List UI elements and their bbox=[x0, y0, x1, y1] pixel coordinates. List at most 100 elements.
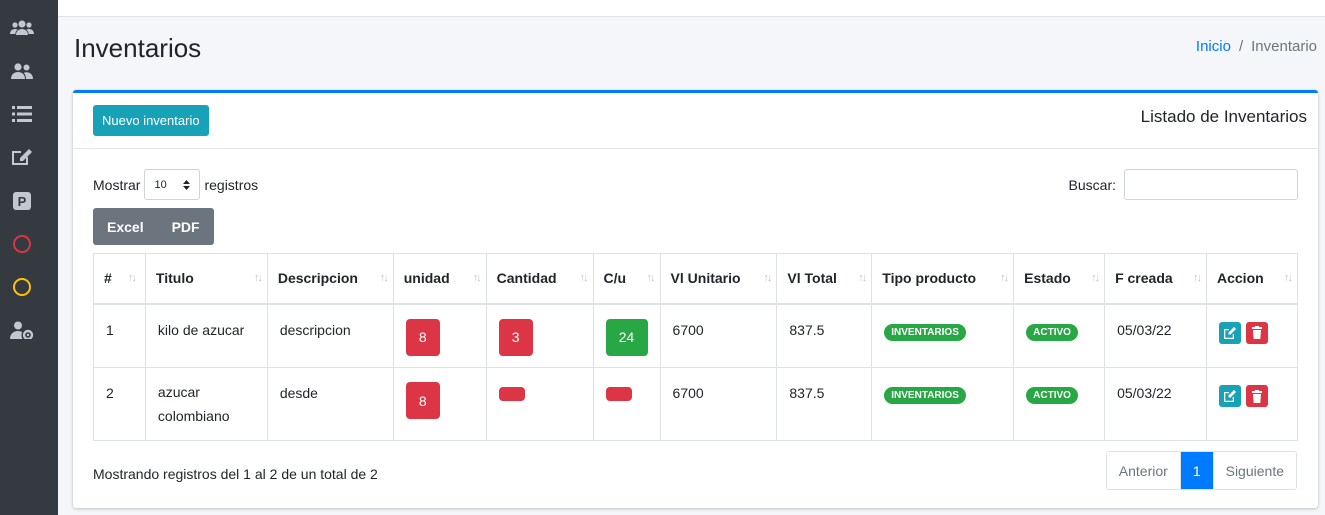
column-header-tipo-producto[interactable]: Tipo producto ↑↓ bbox=[871, 253, 1015, 305]
length-select-value: 10 bbox=[154, 178, 167, 191]
sidebar: P bbox=[0, 0, 58, 515]
sort-icon: ↑↓ bbox=[379, 272, 389, 285]
column-header-label: Tipo producto bbox=[882, 270, 977, 287]
table-header-row: # ↑↓ Titulo ↑↓ Descripcion ↑↓ unidad ↑↓ Cant… bbox=[93, 253, 1298, 305]
sort-asc-icon: ↑↓ bbox=[127, 272, 137, 285]
column-header-label: Accion bbox=[1217, 270, 1264, 287]
column-header-descripcion[interactable]: Descripcion ↑↓ bbox=[266, 253, 394, 305]
cell-estado: ACTIVO bbox=[1013, 303, 1106, 368]
column-header-id[interactable]: # ↑↓ bbox=[93, 253, 146, 305]
edit-icon bbox=[1224, 390, 1236, 402]
search-label: Buscar: bbox=[1068, 176, 1116, 193]
pagination-next[interactable]: Siguiente bbox=[1212, 452, 1296, 489]
unidad-badge: 8 bbox=[405, 318, 440, 356]
cantidad-badge-empty bbox=[498, 387, 525, 401]
cell-id: 1 bbox=[93, 303, 146, 368]
estado-badge: ACTIVO bbox=[1026, 323, 1078, 341]
length-suffix: registros bbox=[204, 176, 259, 193]
cell-unidad: 8 bbox=[392, 367, 487, 441]
column-header-label: Descripcion bbox=[277, 270, 358, 287]
column-header-label: Vl Unitario bbox=[670, 270, 741, 287]
cell-cantidad: 3 bbox=[485, 303, 594, 368]
circle-red-icon[interactable] bbox=[0, 231, 43, 257]
circle-yellow-icon[interactable] bbox=[0, 274, 43, 300]
card-title: Listado de Inventarios bbox=[1140, 107, 1307, 126]
column-header-label: F creada bbox=[1115, 270, 1173, 287]
breadcrumb: Inicio / Inventario bbox=[1196, 38, 1317, 55]
parking-icon[interactable]: P bbox=[0, 188, 43, 214]
sort-icon: ↑↓ bbox=[1284, 272, 1293, 285]
tipo-producto-badge: INVENTARIOS bbox=[884, 323, 966, 341]
cell-cu: 24 bbox=[592, 303, 661, 368]
column-header-cu[interactable]: C/u ↑↓ bbox=[592, 253, 661, 305]
column-header-label: Estado bbox=[1024, 270, 1071, 287]
sort-icon: ↑↓ bbox=[472, 272, 482, 285]
pdf-export-button[interactable]: PDF bbox=[157, 208, 214, 245]
cell-titulo: azucar colombiano bbox=[144, 367, 268, 441]
list-icon[interactable] bbox=[0, 101, 43, 127]
length-select[interactable]: 10 bbox=[144, 169, 201, 200]
cell-cu bbox=[592, 367, 661, 441]
pagination-page-1[interactable]: 1 bbox=[1179, 452, 1213, 489]
column-header-f-creada[interactable]: F creada ↑↓ bbox=[1104, 253, 1207, 305]
column-header-cantidad[interactable]: Cantidad ↑↓ bbox=[485, 253, 594, 305]
page-title: Inventarios bbox=[74, 33, 202, 63]
cell-tipo-producto: INVENTARIOS bbox=[871, 303, 1015, 368]
column-header-vl-unitario[interactable]: Vl Unitario ↑↓ bbox=[659, 253, 778, 305]
edit-icon[interactable] bbox=[0, 144, 43, 170]
column-header-estado[interactable]: Estado ↑↓ bbox=[1013, 253, 1106, 305]
inventory-table: # ↑↓ Titulo ↑↓ Descripcion ↑↓ unidad ↑↓ Cant… bbox=[93, 253, 1298, 441]
cell-fecha: 05/03/22 bbox=[1104, 303, 1207, 368]
table-info: Mostrando registros del 1 al 2 de un tot… bbox=[93, 466, 378, 482]
sort-icon: ↑↓ bbox=[1091, 272, 1100, 285]
cell-accion bbox=[1206, 367, 1298, 441]
search-input[interactable] bbox=[1124, 169, 1298, 200]
column-header-vl-total[interactable]: Vl Total ↑↓ bbox=[776, 253, 873, 305]
trash-icon bbox=[1251, 326, 1262, 339]
cell-titulo: kilo de azucar bbox=[144, 303, 268, 368]
cell-vl-unitario: 6700 bbox=[659, 367, 778, 441]
edit-button[interactable] bbox=[1219, 385, 1241, 407]
column-header-label: unidad bbox=[403, 270, 450, 287]
new-inventory-button[interactable]: Nuevo inventario bbox=[93, 105, 209, 136]
unidad-badge: 8 bbox=[405, 382, 440, 419]
length-control: Mostrar 10 registros bbox=[93, 169, 258, 200]
cell-accion bbox=[1206, 303, 1298, 368]
sort-icon: ↑↓ bbox=[253, 272, 263, 285]
sort-icon: ↑↓ bbox=[763, 272, 772, 285]
titulo-line: colombiano bbox=[157, 408, 230, 424]
export-button-group: Excel PDF bbox=[93, 208, 214, 245]
column-header-label: Cantidad bbox=[496, 270, 557, 287]
sort-icon: ↑↓ bbox=[646, 272, 656, 285]
breadcrumb-separator: / bbox=[1238, 38, 1244, 55]
length-prefix: Mostrar bbox=[93, 176, 141, 193]
breadcrumb-home-link[interactable]: Inicio bbox=[1196, 38, 1231, 55]
column-header-unidad[interactable]: unidad ↑↓ bbox=[392, 253, 487, 305]
cantidad-badge: 3 bbox=[498, 318, 533, 356]
edit-icon bbox=[1224, 326, 1236, 339]
inventory-card: Nuevo inventario Listado de Inventarios … bbox=[73, 90, 1318, 508]
table-row: 2 azucar colombiano desde 8 6700 837.5 I… bbox=[93, 367, 1298, 441]
pagination: Anterior 1 Siguiente bbox=[1105, 451, 1297, 490]
svg-text:P: P bbox=[17, 194, 26, 209]
cell-vl-unitario: 6700 bbox=[659, 303, 778, 368]
column-header-titulo[interactable]: Titulo ↑↓ bbox=[144, 253, 268, 305]
user-group-icon[interactable] bbox=[0, 58, 43, 84]
sort-icon: ↑↓ bbox=[858, 272, 867, 285]
estado-badge: ACTIVO bbox=[1026, 387, 1078, 404]
delete-button[interactable] bbox=[1245, 321, 1268, 344]
cell-descripcion: desde bbox=[266, 367, 394, 441]
cell-vl-total: 837.5 bbox=[776, 303, 873, 368]
users-icon[interactable] bbox=[0, 15, 43, 41]
card-header: Nuevo inventario Listado de Inventarios bbox=[73, 93, 1318, 149]
edit-button[interactable] bbox=[1219, 321, 1241, 344]
sort-icon: ↑↓ bbox=[579, 272, 589, 285]
column-header-accion[interactable]: Accion ↑↓ bbox=[1206, 253, 1298, 305]
search-control: Buscar: bbox=[1069, 169, 1298, 200]
column-header-label: Titulo bbox=[155, 270, 194, 287]
excel-export-button[interactable]: Excel bbox=[93, 208, 158, 245]
cell-descripcion: descripcion bbox=[266, 303, 394, 368]
user-cog-icon[interactable] bbox=[0, 317, 43, 343]
delete-button[interactable] bbox=[1245, 385, 1268, 407]
pagination-previous[interactable]: Anterior bbox=[1106, 452, 1180, 489]
